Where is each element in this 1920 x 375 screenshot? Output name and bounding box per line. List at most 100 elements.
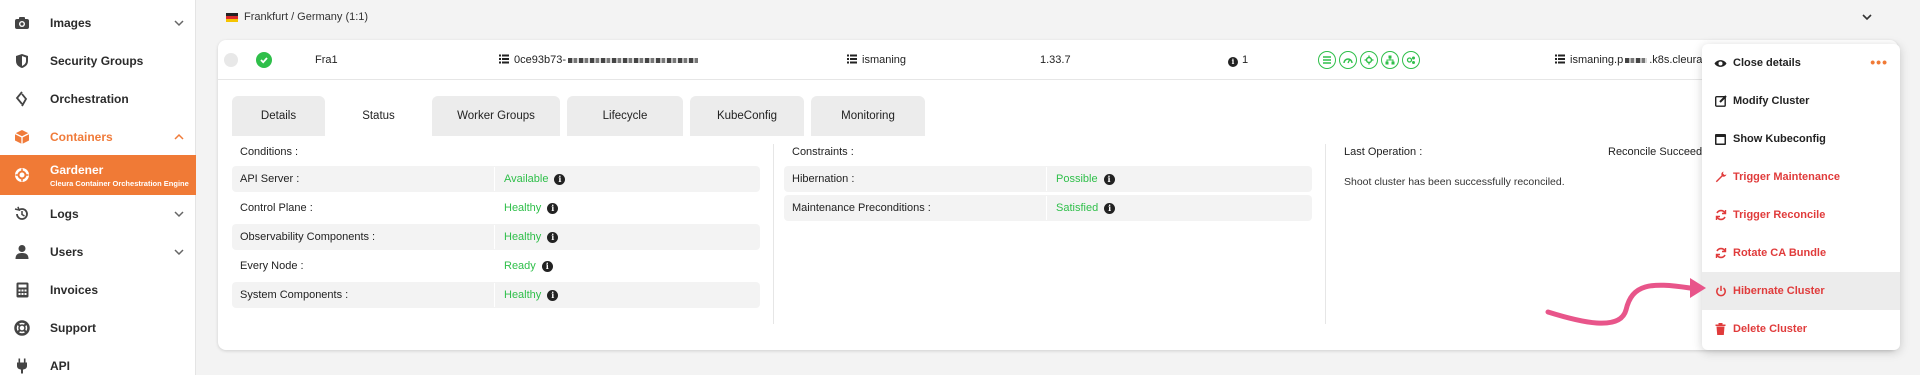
- sidebar-item-label: Containers: [50, 130, 113, 144]
- sidebar-item-security-groups[interactable]: Security Groups: [0, 42, 196, 80]
- info-icon[interactable]: i: [1104, 202, 1116, 214]
- condition-value: Healthy i: [504, 289, 559, 301]
- condition-value: Available i: [504, 173, 566, 185]
- sidebar-item-logs[interactable]: Logs: [0, 195, 196, 233]
- menu-item-label: Trigger Reconcile: [1733, 209, 1826, 221]
- constraint-value-text: Satisfied: [1056, 202, 1099, 214]
- chevron-up-icon: [174, 133, 184, 140]
- sidebar-item-images[interactable]: Images: [0, 4, 196, 42]
- file-icon: [1714, 133, 1727, 146]
- cluster-row[interactable]: Fra1 0ce93b73- ismaning 1.33.7 i1 ismani…: [218, 40, 1898, 80]
- info-icon[interactable]: i: [547, 202, 559, 214]
- constraint-row: Maintenance Preconditions : Satisfied i: [784, 195, 1312, 221]
- info-icon[interactable]: i: [1103, 173, 1115, 185]
- sidebar-item-users[interactable]: Users: [0, 233, 196, 271]
- info-icon[interactable]: i: [547, 289, 559, 301]
- menu-item-close-details[interactable]: Close details: [1702, 44, 1900, 82]
- history-icon: [14, 206, 30, 222]
- last-operation-title: Last Operation :: [1344, 146, 1423, 158]
- gardener-icon: [14, 167, 30, 183]
- chevron-down-icon[interactable]: [1861, 11, 1873, 23]
- menu-item-rotate-ca-bundle[interactable]: Rotate CA Bundle: [1702, 234, 1900, 272]
- list-icon: [1555, 54, 1565, 64]
- menu-item-label: Show Kubeconfig: [1733, 133, 1826, 145]
- condition-value-text: Healthy: [504, 231, 542, 243]
- sidebar-item-invoices[interactable]: Invoices: [0, 271, 196, 309]
- chevron-down-icon: [174, 249, 184, 256]
- tab-lifecycle[interactable]: Lifecycle: [567, 96, 683, 136]
- edit-icon: [1714, 95, 1727, 108]
- tab-monitoring[interactable]: Monitoring: [811, 96, 925, 136]
- sidebar-item-api[interactable]: API: [0, 347, 196, 375]
- cell-divider: [1046, 196, 1047, 220]
- workers-count: 1: [1242, 54, 1249, 66]
- constraint-key: Hibernation :: [792, 173, 855, 185]
- wrench-icon: [1714, 171, 1727, 184]
- check-circle-icon: [256, 52, 272, 68]
- sidebar-item-label: API: [50, 359, 71, 373]
- constraint-value: Satisfied i: [1056, 202, 1116, 214]
- tab-details[interactable]: Details: [232, 96, 325, 136]
- condition-row: Every Node : Ready i: [232, 253, 760, 279]
- menu-item-show-kubeconfig[interactable]: Show Kubeconfig: [1702, 120, 1900, 158]
- tab-status[interactable]: Status: [332, 96, 425, 136]
- condition-value-text: Healthy: [504, 289, 542, 301]
- menu-item-delete-cluster[interactable]: Delete Cluster: [1702, 310, 1900, 348]
- sidebar-item-label: Gardener: [50, 162, 104, 177]
- condition-key: System Components :: [240, 289, 349, 301]
- lifebuoy-icon: [14, 320, 30, 336]
- eye-icon: [1714, 57, 1727, 70]
- api-server-status-icon: [1318, 51, 1336, 69]
- sidebar-item-support[interactable]: Support: [0, 309, 196, 347]
- condition-value-text: Available: [504, 173, 549, 185]
- rotate-icon: [1714, 247, 1727, 260]
- menu-item-hibernate-cluster[interactable]: Hibernate Cluster: [1702, 272, 1900, 310]
- cell-divider: [1046, 167, 1047, 191]
- menu-item-label: Rotate CA Bundle: [1733, 247, 1827, 259]
- constraint-row: Hibernation : Possible i: [784, 166, 1312, 192]
- column-divider: [1325, 144, 1326, 324]
- refresh-icon: [1714, 209, 1727, 222]
- sidebar-item-orchestration[interactable]: Orchestration: [0, 80, 196, 118]
- sidebar-item-label: Support: [50, 321, 96, 335]
- control-plane-status-icon: [1339, 51, 1357, 69]
- menu-item-label: Hibernate Cluster: [1733, 285, 1825, 297]
- condition-value: Healthy i: [504, 202, 559, 214]
- domain-prefix: ismaning.p: [1570, 54, 1624, 66]
- menu-item-label: Close details: [1733, 57, 1801, 69]
- health-status-icons: [1318, 51, 1420, 69]
- constraints-title: Constraints :: [792, 146, 854, 158]
- pointer-arrow: [1545, 278, 1706, 326]
- conditions-title: Conditions :: [240, 146, 299, 158]
- menu-item-modify-cluster[interactable]: Modify Cluster: [1702, 82, 1900, 120]
- menu-item-trigger-reconcile[interactable]: Trigger Reconcile: [1702, 196, 1900, 234]
- tab-worker-groups[interactable]: Worker Groups: [432, 96, 560, 136]
- condition-row: System Components : Healthy i: [232, 282, 760, 308]
- menu-item-label: Modify Cluster: [1733, 95, 1810, 107]
- select-indicator[interactable]: [224, 53, 238, 67]
- condition-row: Control Plane : Healthy i: [232, 195, 760, 221]
- box-icon: [14, 129, 30, 145]
- cell-divider: [494, 167, 495, 191]
- orchestration-icon: [14, 91, 30, 107]
- sidebar-item-sublabel: Cleura Container Orchestration Engine: [50, 178, 189, 188]
- sidebar-item-gardener[interactable]: Gardener Cleura Container Orchestration …: [0, 155, 196, 195]
- region-selector[interactable]: Frankfurt / Germany (1:1): [218, 0, 1898, 34]
- calculator-icon: [14, 282, 30, 298]
- sidebar-item-containers[interactable]: Containers: [0, 118, 196, 156]
- column-divider: [773, 144, 774, 324]
- tab-kubeconfig[interactable]: KubeConfig: [690, 96, 804, 136]
- region-label: Frankfurt / Germany (1:1): [244, 11, 369, 23]
- sidebar-item-label: Orchestration: [50, 92, 129, 106]
- trash-icon: [1714, 323, 1727, 336]
- info-icon[interactable]: i: [547, 231, 559, 243]
- menu-item-trigger-maintenance[interactable]: Trigger Maintenance: [1702, 158, 1900, 196]
- cluster-name: Fra1: [315, 54, 338, 66]
- cell-divider: [494, 283, 495, 307]
- condition-value: Healthy i: [504, 231, 559, 243]
- info-icon[interactable]: i: [541, 260, 553, 272]
- user-icon: [14, 244, 30, 260]
- cluster-project-label: ismaning: [862, 54, 907, 66]
- info-icon[interactable]: i: [554, 173, 566, 185]
- sidebar-item-label: Users: [50, 245, 84, 259]
